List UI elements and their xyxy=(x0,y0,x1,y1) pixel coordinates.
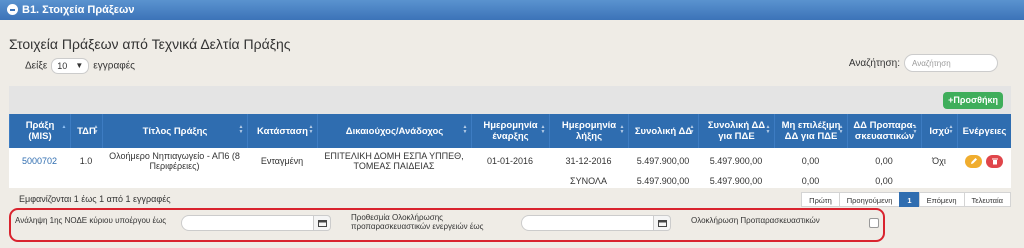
sort-icon: ▲ ▼ xyxy=(765,124,771,135)
page: Β1. Στοιχεία Πράξεων Στοιχεία Πράξεων απ… xyxy=(0,0,1024,248)
column-header-label: Ημερομηνία έναρξης xyxy=(483,120,538,142)
column-header-label: Κατάσταση xyxy=(257,125,308,137)
table-cell: 0,00 xyxy=(801,156,820,166)
totals-label: ΣΥΝΟΛΑ xyxy=(570,176,607,186)
column-header[interactable]: Συνολική ΔΔ ▲ ▼ xyxy=(628,114,698,148)
calendar-glyph xyxy=(657,220,667,227)
column-header[interactable]: Τίτλος Πράξης ▲ ▼ xyxy=(102,114,247,148)
table-info: Εμφανίζονται 1 έως 1 από 1 εγγραφές xyxy=(19,194,171,204)
prep-complete-checkbox[interactable] xyxy=(869,218,879,228)
column-header-label: Ημερομηνία λήξης xyxy=(561,120,617,142)
search-label: Αναζήτηση: xyxy=(848,58,900,69)
column-header: Ενέργειες xyxy=(957,114,1011,148)
column-header[interactable]: Μη επιλέξιμη ΔΔ για ΠΔΕ ▲ ▼ xyxy=(774,114,847,148)
column-header-label: Μη επιλέξιμη ΔΔ για ΠΔΕ xyxy=(781,120,841,142)
totals-ineligible-dd: 0,00 xyxy=(801,176,820,186)
section-header: Β1. Στοιχεία Πράξεων xyxy=(0,0,1024,20)
sort-icon: ▲ ▼ xyxy=(619,124,625,135)
column-header[interactable]: ΤΔΠ ▲ ▼ xyxy=(70,114,102,148)
pencil-icon xyxy=(970,157,978,165)
calendar-icon[interactable] xyxy=(313,215,331,231)
column-header-label: Ενέργειες xyxy=(962,125,1007,137)
table-cell: 5.497.900,00 xyxy=(636,156,690,166)
page-button[interactable]: Επόμενη xyxy=(918,192,965,207)
sort-icon: ▲ ▼ xyxy=(540,124,546,135)
field2-date-input[interactable] xyxy=(521,215,661,231)
trash-icon xyxy=(991,157,999,165)
table-cell: 0,00 xyxy=(875,156,893,166)
table-cell: Όχι xyxy=(932,156,946,166)
column-header-label: Δικαιούχος/Ανάδοχος xyxy=(345,125,444,137)
column-header-label: Συνολική ΔΔ xyxy=(634,125,693,137)
column-header[interactable]: Κατάσταση ▲ ▼ xyxy=(247,114,317,148)
chevron-down-icon: ▼ xyxy=(75,61,84,70)
page-button[interactable]: Προηγούμενη xyxy=(838,192,901,207)
page-button[interactable]: Πρώτη xyxy=(801,192,840,207)
sort-icon: ▲ ▼ xyxy=(948,124,954,135)
column-header[interactable]: Δικαιούχος/Ανάδοχος ▲ ▼ xyxy=(317,114,471,148)
table-cell: Ολοήμερο Νηπιαγωγείο - ΑΠ6 (8 Περιφέρειε… xyxy=(109,151,240,171)
page-length-select[interactable]: 10 ▼ xyxy=(51,58,90,74)
field1-label: Ανάληψη 1ης ΝΟΔΕ κύριου υποέργου έως xyxy=(15,216,167,225)
totals-prep-dd: 0,00 xyxy=(875,176,893,186)
collapse-icon[interactable] xyxy=(7,4,18,15)
column-header[interactable]: ΔΔ Προπαρα- σκευαστικών ▲ ▼ xyxy=(847,114,921,148)
pagination: Πρώτη Προηγούμενη 1 Επόμενη Τελευταία xyxy=(801,192,1011,207)
column-header-label: ΔΔ Προπαρα- σκευαστικών xyxy=(853,120,916,142)
totals-total-dd-pde: 5.497.900,00 xyxy=(709,176,763,186)
table-cell: 31-12-2016 xyxy=(565,156,612,166)
table-cell: ΕΠΙΤΕΛΙΚΗ ΔΟΜΗ ΕΣΠΑ ΥΠΠΕΘ, ΤΟΜΕΑΣ ΠΑΙΔΕΙ… xyxy=(324,151,464,171)
table-cell: 1.0 xyxy=(79,156,93,166)
table-cell: Ενταγμένη xyxy=(260,156,304,166)
page-button[interactable]: Τελευταία xyxy=(963,192,1011,207)
length-control: Δείξε 10 ▼ εγγραφές xyxy=(25,58,135,74)
edit-button[interactable] xyxy=(965,154,982,168)
table-toolbar: +Προσθήκη xyxy=(9,86,1011,114)
page-button[interactable]: 1 xyxy=(899,192,920,207)
delete-button[interactable] xyxy=(986,154,1003,168)
sort-icon: ▲ ▼ xyxy=(93,124,99,135)
field2-label: Προθεσμία Ολοκλήρωσης προπαρασκευαστικών… xyxy=(351,213,484,231)
calendar-icon[interactable] xyxy=(653,215,671,231)
column-header-label: Τίτλος Πράξης xyxy=(142,125,208,137)
search-control: Αναζήτηση: xyxy=(849,54,998,74)
field3-label: Ολοκλήρωση Προπαρασκευαστικών xyxy=(691,216,820,225)
data-table: +Προσθήκη Πράξη (MIS) ▲ ΤΔΠ ▲ ▼ Τίτλος Πράξη… xyxy=(9,86,1011,188)
table-header: Πράξη (MIS) ▲ ΤΔΠ ▲ ▼ Τίτλος Πράξης ▲ ▼ Κατάστ… xyxy=(9,114,1011,148)
column-header[interactable]: Ημερομηνία έναρξης ▲ ▼ xyxy=(471,114,549,148)
totals-row: ΣΥΝΟΛΑ 5.497.900,00 5.497.900,00 0,00 0,… xyxy=(9,174,1011,188)
sort-icon: ▲ ▼ xyxy=(238,124,244,135)
calendar-glyph xyxy=(317,220,327,227)
sort-icon: ▲ ▼ xyxy=(462,124,468,135)
table-cell[interactable]: 5000702 xyxy=(9,148,70,174)
column-header[interactable]: Πράξη (MIS) ▲ xyxy=(9,114,70,148)
actions-cell xyxy=(957,148,1011,174)
field1-date-input[interactable] xyxy=(181,215,321,231)
column-header[interactable]: Ισχύ ▲ ▼ xyxy=(921,114,957,148)
sort-icon: ▲ ▼ xyxy=(912,124,918,135)
column-header[interactable]: Ημερομηνία λήξης ▲ ▼ xyxy=(549,114,628,148)
bottom-form: Ανάληψη 1ης ΝΟΔΕ κύριου υποέργου έως Προ… xyxy=(9,208,885,242)
search-input[interactable] xyxy=(904,54,998,73)
sort-icon: ▲ xyxy=(61,124,67,130)
page-length-value: 10 xyxy=(57,61,68,71)
column-header[interactable]: Συνολική ΔΔ για ΠΔΕ ▲ ▼ xyxy=(698,114,774,148)
sort-icon: ▲ ▼ xyxy=(838,124,844,135)
table-row: 5000702 1.0 Ολοήμερο Νηπιαγωγείο - ΑΠ6 (8 … xyxy=(9,148,1011,175)
panel-title: Στοιχεία Πράξεων από Τεχνικά Δελτία Πράξ… xyxy=(9,36,291,52)
length-suffix: εγγραφές xyxy=(93,60,135,72)
sort-icon: ▲ ▼ xyxy=(689,124,695,135)
totals-total-dd: 5.497.900,00 xyxy=(636,176,690,186)
section-title: Β1. Στοιχεία Πράξεων xyxy=(22,4,135,16)
length-prefix: Δείξε xyxy=(25,60,48,72)
column-header-label: Ισχύ xyxy=(929,125,950,137)
table-cell: 01-01-2016 xyxy=(486,156,534,166)
sort-icon: ▲ ▼ xyxy=(308,124,314,135)
table-cell: 5.497.900,00 xyxy=(709,156,763,166)
column-header-label: Συνολική ΔΔ για ΠΔΕ xyxy=(707,120,766,142)
column-header-label: Πράξη (MIS) xyxy=(25,120,55,142)
add-button[interactable]: +Προσθήκη xyxy=(943,92,1003,109)
